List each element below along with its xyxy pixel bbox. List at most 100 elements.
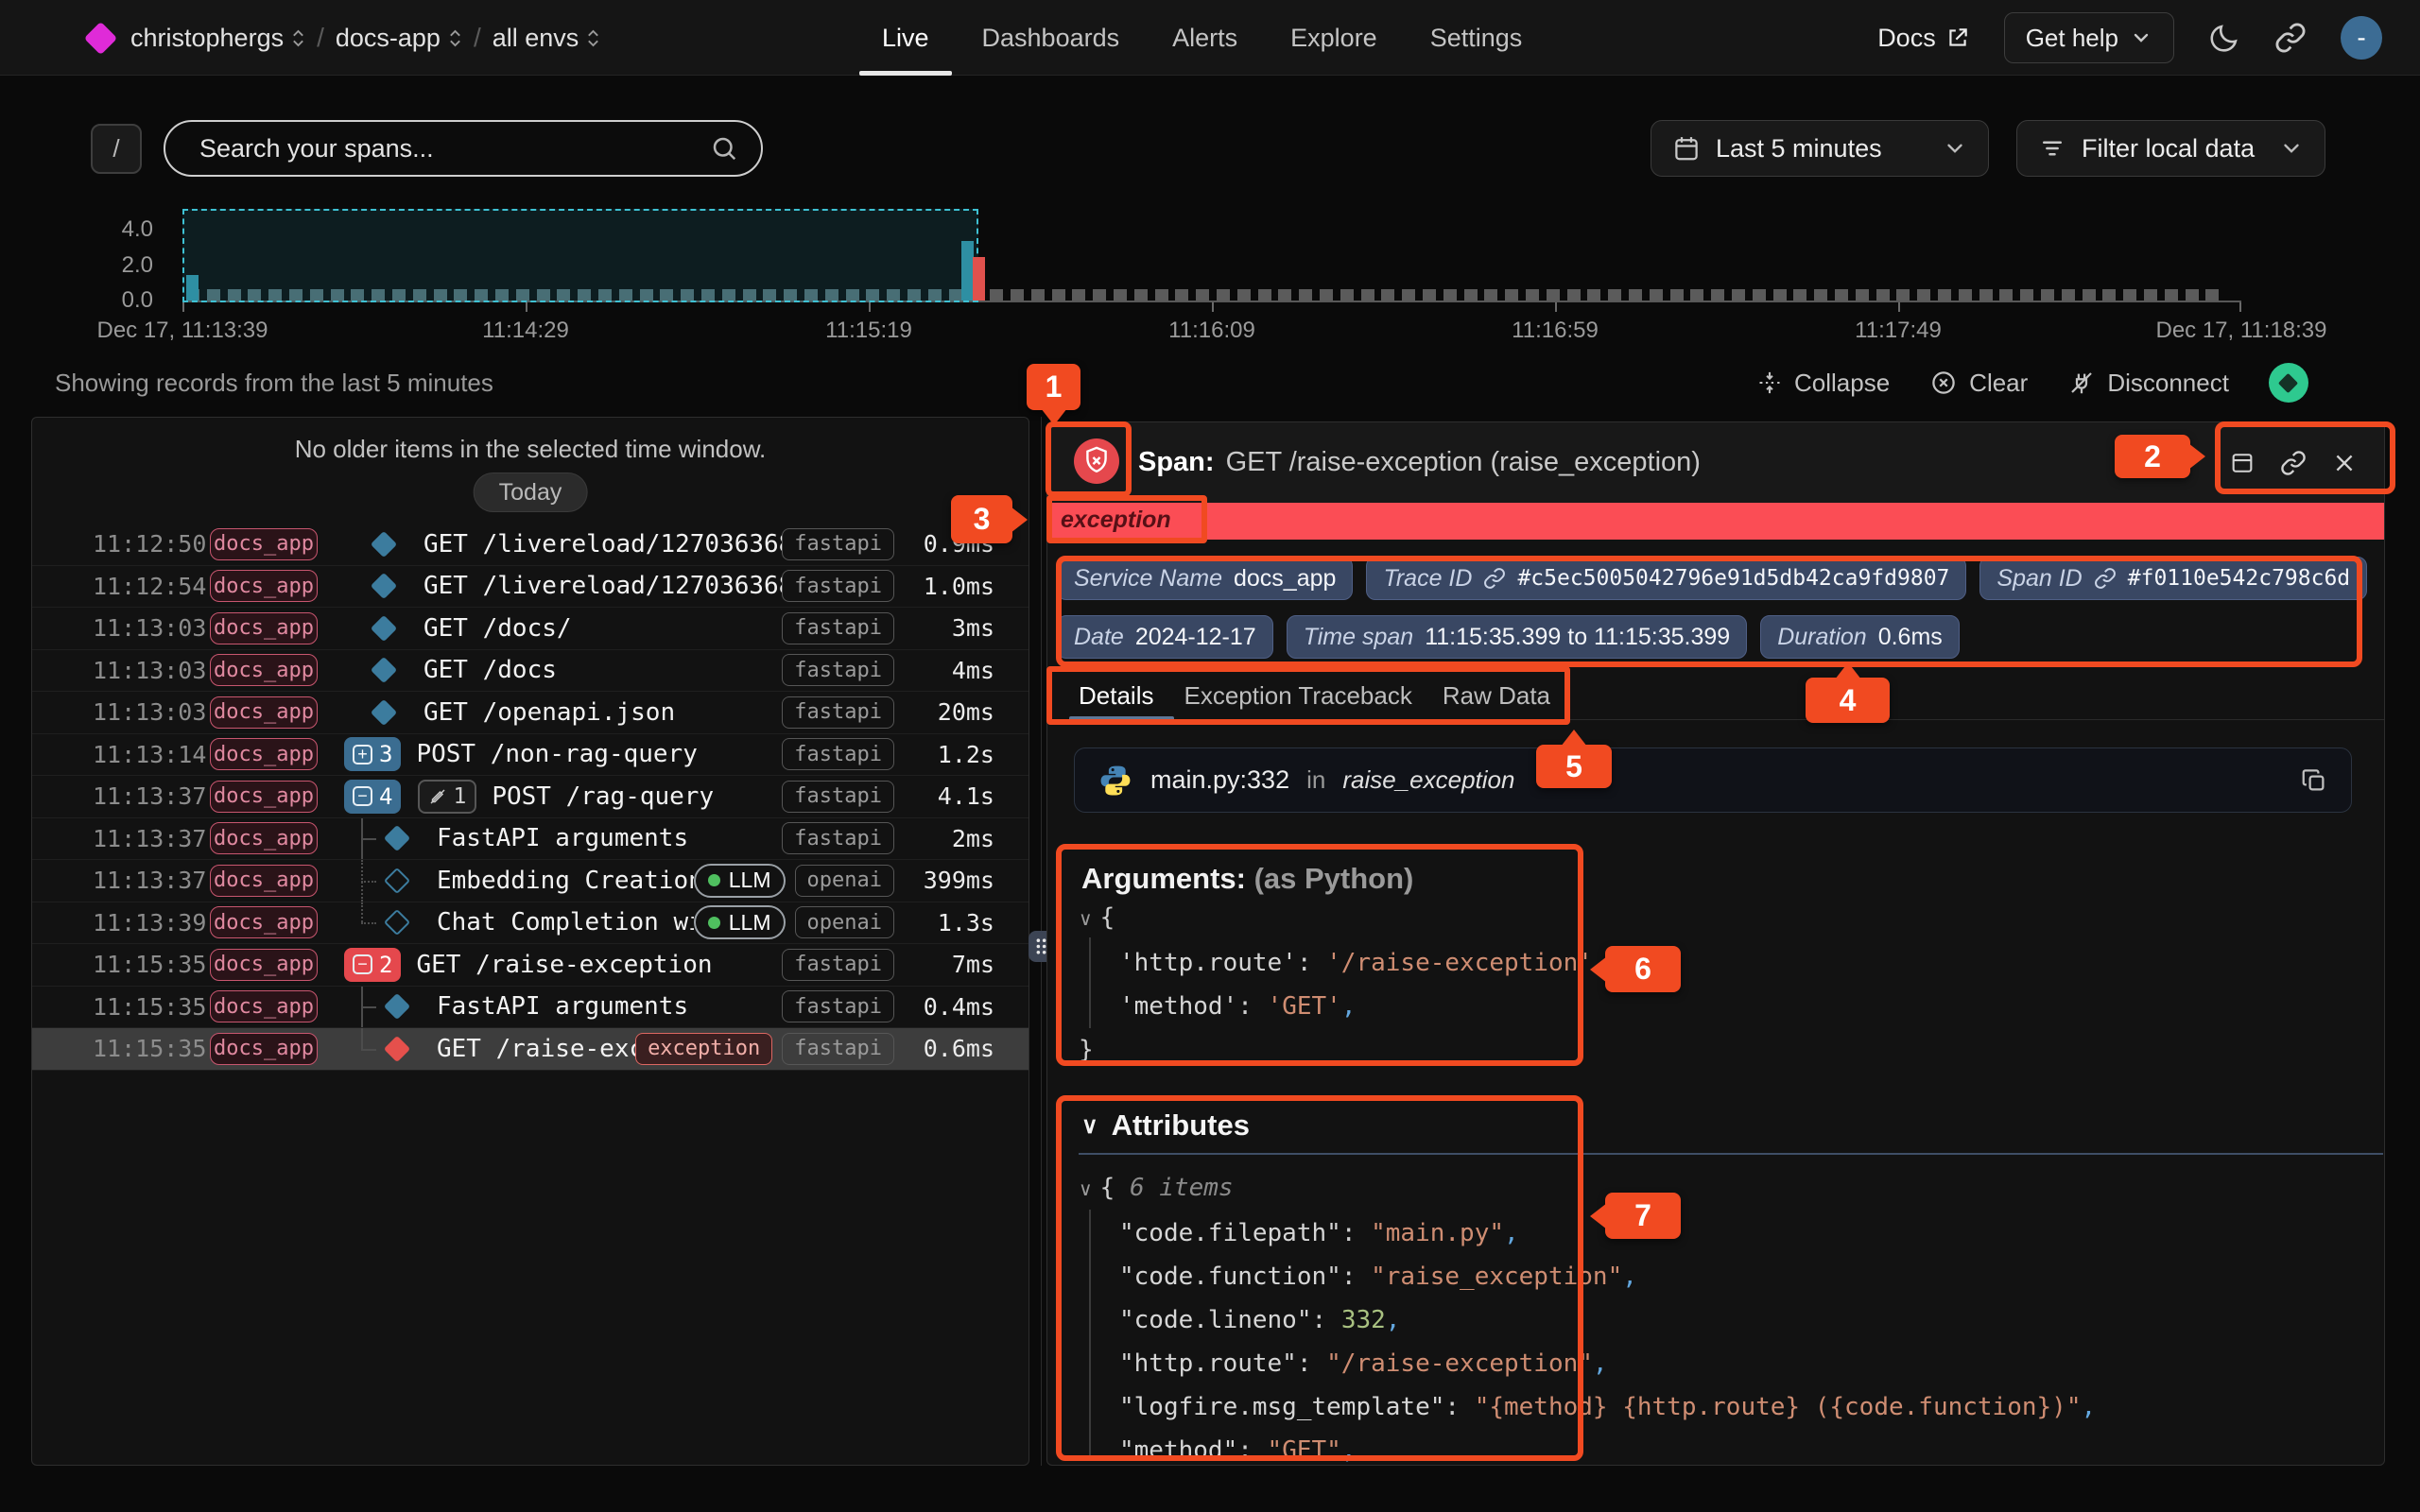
trace-row[interactable]: 11:12:54docs_appGET /livereload/12703636… xyxy=(32,566,1028,609)
connection-status-indicator[interactable] xyxy=(2269,363,2308,403)
x-axis-label: 11:16:59 xyxy=(1512,318,1599,344)
tab-explore[interactable]: Explore xyxy=(1290,0,1377,76)
search-input[interactable] xyxy=(199,134,710,163)
baseline-bar xyxy=(1217,289,1230,301)
code-token: : xyxy=(1237,992,1267,1021)
row-badges: fastapi1.0ms xyxy=(782,570,994,602)
code-location: main.py:332 in raise_exception xyxy=(1074,747,2352,813)
trace-row[interactable]: 11:13:37docs_app−41POST /rag-queryfastap… xyxy=(32,776,1028,818)
meta-label: Date xyxy=(1074,624,1124,651)
children-toggle-badge[interactable]: +3 xyxy=(344,737,401,771)
clear-button[interactable]: Clear xyxy=(1929,369,2028,398)
x-axis-tick xyxy=(1898,302,1900,312)
filter-local-data-button[interactable]: Filter local data xyxy=(2016,120,2325,177)
tab-live[interactable]: Live xyxy=(882,0,929,76)
annotation-label-2: 2 xyxy=(2115,435,2190,478)
copy-icon[interactable] xyxy=(2300,766,2328,795)
time-range-button[interactable]: Last 5 minutes xyxy=(1651,120,1989,177)
code-line: "logfire.msg_template": "{method} {http.… xyxy=(1079,1385,2096,1429)
framework-badge: fastapi xyxy=(782,781,894,813)
span-name: GET /raise-exception … xyxy=(437,1035,635,1063)
env-selector[interactable]: all envs xyxy=(493,24,601,53)
meta-label: Trace ID xyxy=(1383,565,1472,593)
meta-label: Duration xyxy=(1777,624,1867,651)
baseline-bar xyxy=(1814,289,1827,301)
row-time: 11:15:35 xyxy=(93,951,210,978)
attributes-heading[interactable]: ∨ Attributes xyxy=(1081,1108,1250,1143)
tab-exception-traceback[interactable]: Exception Traceback xyxy=(1184,674,1411,717)
trace-row[interactable]: 11:13:37docs_appEmbedding Creation wit…L… xyxy=(32,860,1028,902)
row-content: GET /livereload/1270363685/1270… xyxy=(329,566,782,608)
timeline-histogram[interactable]: Dec 17, 11:13:3911:14:2911:15:1911:16:09… xyxy=(182,200,2241,301)
row-time: 11:13:37 xyxy=(93,867,210,894)
trace-row[interactable]: 11:13:37docs_appFastAPI argumentsfastapi… xyxy=(32,818,1028,861)
theme-toggle-button[interactable] xyxy=(2208,22,2240,54)
annotation-label-3: 3 xyxy=(951,495,1012,543)
trace-row[interactable]: 11:12:50docs_appGET /livereload/12703636… xyxy=(32,524,1028,566)
tab-details[interactable]: Details xyxy=(1079,674,1153,717)
trace-row[interactable]: 11:13:03docs_appGET /openapi.jsonfastapi… xyxy=(32,692,1028,734)
span-duration: 0.4ms xyxy=(904,993,994,1021)
share-link-button[interactable] xyxy=(2274,22,2307,54)
tab-alerts[interactable]: Alerts xyxy=(1172,0,1237,76)
span-title-label: Span: xyxy=(1138,447,1215,478)
code-token: ∨ xyxy=(1079,1179,1093,1200)
time-selection-window[interactable] xyxy=(182,209,978,302)
docs-link[interactable]: Docs xyxy=(1877,24,1970,53)
row-content: Chat Completion with '… xyxy=(329,902,694,944)
baseline-bar xyxy=(1959,289,1972,301)
y-axis-tick: 4.0 xyxy=(91,216,153,243)
baseline-bar xyxy=(1299,289,1312,301)
trace-row[interactable]: 11:15:35docs_app−2GET /raise-exceptionfa… xyxy=(32,944,1028,987)
row-time: 11:15:35 xyxy=(93,1035,210,1062)
span-name: FastAPI arguments xyxy=(437,992,688,1021)
meta-value: 0.6ms xyxy=(1878,624,1943,651)
baseline-bar xyxy=(1979,289,1993,301)
baseline-bar xyxy=(1587,289,1600,301)
today-button[interactable]: Today xyxy=(474,472,588,512)
x-axis-tick xyxy=(1555,302,1557,312)
link-icon[interactable] xyxy=(2280,450,2307,476)
disconnect-button[interactable]: Disconnect xyxy=(2067,369,2229,398)
logfire-logo-icon[interactable] xyxy=(84,22,117,55)
trace-row[interactable]: 11:13:14docs_app+3POST /non-rag-queryfas… xyxy=(32,734,1028,777)
close-icon[interactable] xyxy=(2331,450,2358,476)
children-toggle-badge[interactable]: −2 xyxy=(344,948,401,982)
tab-settings[interactable]: Settings xyxy=(1430,0,1523,76)
service-badge: docs_app xyxy=(210,990,318,1022)
baseline-bar xyxy=(1505,289,1518,301)
trace-row[interactable]: 11:13:39docs_appChat Completion with '…L… xyxy=(32,902,1028,945)
row-badges: fastapi20ms xyxy=(782,696,994,729)
framework-badge: fastapi xyxy=(782,1033,894,1065)
code-line: "code.filepath": "main.py", xyxy=(1079,1211,2096,1255)
tab-raw-data[interactable]: Raw Data xyxy=(1443,674,1550,717)
trace-row[interactable]: 11:15:35docs_appGET /raise-exception …ex… xyxy=(32,1028,1028,1071)
error-shield-icon xyxy=(1074,438,1119,484)
trace-row[interactable]: 11:15:35docs_appFastAPI argumentsfastapi… xyxy=(32,987,1028,1029)
baseline-bar xyxy=(1443,289,1457,301)
trace-row[interactable]: 11:13:03docs_appGET /docs/fastapi3ms xyxy=(32,608,1028,650)
env-name: all envs xyxy=(493,24,579,53)
avatar[interactable]: - xyxy=(2341,16,2382,60)
framework-badge: fastapi xyxy=(782,949,894,981)
row-content: GET /docs xyxy=(329,650,782,692)
span-name: GET /openapi.json xyxy=(424,698,675,727)
code-token: : xyxy=(1297,1349,1326,1378)
meta-pill-trace-id[interactable]: Trace ID#c5ec5005042796e91d5db42ca9fd980… xyxy=(1366,557,1966,600)
tab-dashboards[interactable]: Dashboards xyxy=(982,0,1120,76)
get-help-button[interactable]: Get help xyxy=(2004,12,2174,63)
collapse-button[interactable]: Collapse xyxy=(1756,369,1890,398)
trace-row[interactable]: 11:13:03docs_appGET /docsfastapi4ms xyxy=(32,650,1028,693)
row-time: 11:13:03 xyxy=(93,614,210,642)
project-selector[interactable]: docs-app xyxy=(336,24,462,53)
org-selector[interactable]: christophergs xyxy=(130,24,305,53)
span-detail-panel: Span: GET /raise-exception (raise_except… xyxy=(1046,421,2385,1466)
llm-badge: LLM xyxy=(694,864,786,898)
span-name: GET /livereload/1270363685/1270… xyxy=(424,530,782,558)
panel-layout-icon[interactable] xyxy=(2229,450,2256,476)
meta-pill-span-id[interactable]: Span ID#f0110e542c798c6d xyxy=(1979,557,2367,600)
tree-connector xyxy=(352,860,384,902)
children-toggle-badge[interactable]: −4 xyxy=(344,780,401,814)
baseline-bar xyxy=(1196,289,1209,301)
baseline-bar xyxy=(1072,289,1085,301)
